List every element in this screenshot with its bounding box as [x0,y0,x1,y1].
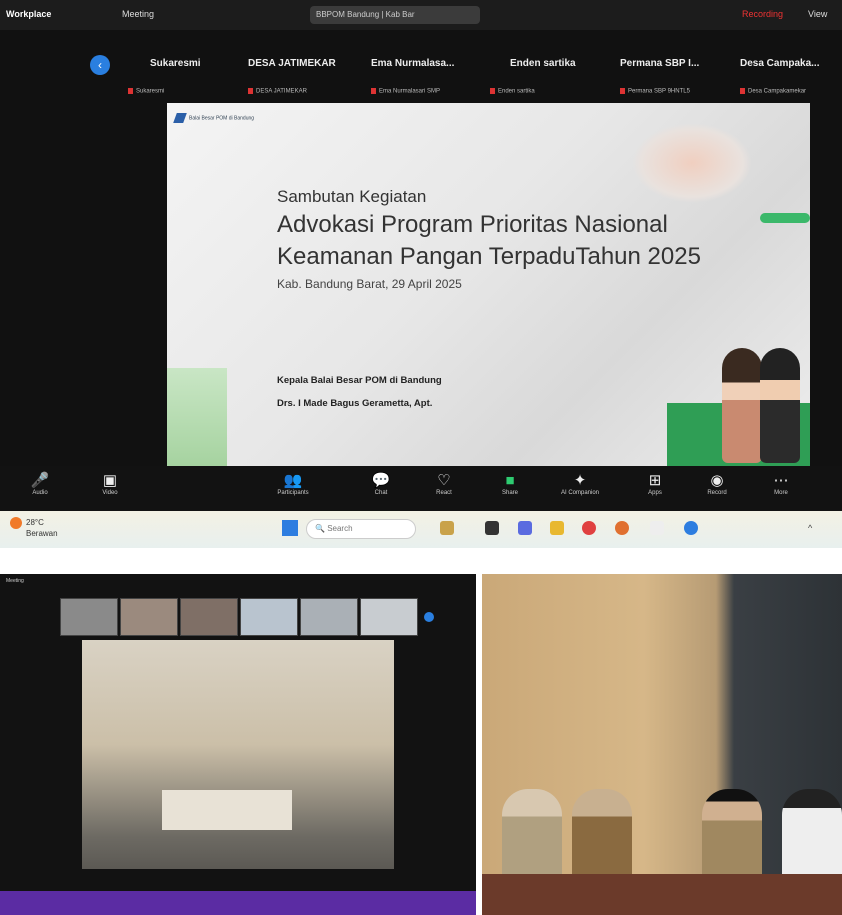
shared-slide: Balai Besar POM di Bandung Sambutan Kegi… [167,103,810,466]
chat-button[interactable]: 💬 Chat [356,472,406,496]
mic-muted-icon [248,88,253,94]
apps-button[interactable]: ⊞ Apps [630,472,680,496]
app-icon[interactable] [440,521,454,535]
chrome-icon[interactable] [615,521,629,535]
meeting-toolbar: 🎤 Audio ▣ Video 👥 Participants 💬 Chat ♡ React… [0,466,842,511]
participant-tile-name[interactable]: Ema Nurmalasa... [371,58,454,69]
mic-muted-icon [490,88,495,94]
video-button[interactable]: ▣ Video [85,472,135,496]
mascot-girl-illustration [722,348,762,463]
slide-subtitle: Sambutan Kegiatan [277,187,427,206]
windows-taskbar: 28°C Berawan 🔍 Search ^ [0,511,842,548]
mic-muted-icon [371,88,376,94]
mic-muted-icon [740,88,745,94]
mic-muted-icon [128,88,133,94]
share-icon: ■ [505,472,515,489]
app-icon[interactable] [650,521,664,535]
meeting-label: Meeting [122,9,155,19]
mic-muted-icon [620,88,625,94]
slide-title-line1: Advokasi Program Prioritas Nasional [277,211,668,238]
video-thumbnail [300,598,358,636]
participants-icon: 👥 [283,472,303,489]
more-button[interactable]: ⋯ More [756,472,806,496]
green-accent-bar [760,213,810,223]
presenter-role: Kepala Balai Besar POM di Bandung [277,375,442,386]
react-button[interactable]: ♡ React [419,472,469,496]
audio-button[interactable]: 🎤 Audio [15,472,65,496]
app-icon[interactable] [485,521,499,535]
title-bar: Workplace Meeting BBPOM Bandung | Kab Ba… [0,0,842,30]
participant-sub: Desa Campakamekar [740,88,806,95]
taskbar-small [0,891,476,915]
window-title: Meeting [6,578,24,584]
chat-icon: 💬 [371,472,391,489]
folder-icon[interactable] [550,521,564,535]
green-accent-block [167,368,227,466]
video-thumbnail [240,598,298,636]
video-thumbnail [360,598,418,636]
meeting-table [162,790,292,830]
photo-meeting-room [482,574,842,915]
meeting-toolbar-small [0,869,476,891]
video-thumbnail [180,598,238,636]
bpom-logo: Balai Besar POM di Bandung [173,113,254,123]
presenter-name: Drs. I Made Bagus Gerametta, Apt. [277,398,433,409]
slide-title-line2: Keamanan Pangan TerpaduTahun 2025 [277,243,701,270]
ai-companion-icon: ✦ [573,472,587,489]
chevron-right-icon[interactable] [424,612,434,622]
meeting-tab[interactable]: BBPOM Bandung | Kab Bar [310,6,480,24]
more-icon: ⋯ [773,472,789,489]
participant-sub: Sukaresmi [128,88,164,95]
participant-sub: Enden sartika [490,88,535,95]
slide-decoration [632,123,752,203]
video-thumbnail [60,598,118,636]
zoom-window: Workplace Meeting BBPOM Bandung | Kab Ba… [0,0,842,548]
participant-sub: DESA JATIMEKAR [248,88,307,95]
react-icon: ♡ [437,472,451,489]
microphone-icon: 🎤 [30,472,50,489]
weather-icon [10,517,22,529]
slide-date: Kab. Bandung Barat, 29 April 2025 [277,277,462,291]
participant-tile-name[interactable]: Enden sartika [510,58,576,69]
participant-sub: Ema Nurmalasari SMP [371,88,440,95]
record-icon: ◉ [710,472,724,489]
participant-tile-name[interactable]: Permana SBP I... [620,58,699,69]
participants-button[interactable]: 👥 Participants [268,472,318,496]
view-button[interactable]: View [808,9,827,19]
zoom-icon[interactable] [684,521,698,535]
recording-indicator: Recording [742,9,784,19]
video-thumbnail [120,598,178,636]
weather-widget[interactable]: 28°C Berawan [10,517,58,538]
chevron-left-icon[interactable]: ‹ [90,55,110,75]
app-name: Workplace [6,9,52,19]
participant-tile-name[interactable]: Desa Campaka... [740,58,820,69]
participant-tile-name[interactable]: DESA JATIMEKAR [248,58,336,69]
share-button[interactable]: ■ Share [485,472,535,496]
photo-laptop-meeting: Meeting [0,574,476,915]
chevron-up-icon[interactable]: ^ [808,523,812,533]
taskbar-search[interactable]: 🔍 Search [306,519,416,539]
mascot-boy-illustration [760,348,800,463]
apps-icon: ⊞ [648,472,662,489]
video-icon: ▣ [102,472,118,489]
windows-start-icon[interactable] [282,520,298,536]
participant-sub: Permana SBP 9HNTL5 [620,88,690,95]
record-button[interactable]: ◉ Record [692,472,742,496]
app-icon[interactable] [582,521,596,535]
conference-table [482,874,842,915]
ai-companion-button[interactable]: ✦ AI Companion [555,472,605,496]
app-icon[interactable] [518,521,532,535]
participant-tile-name[interactable]: Sukaresmi [150,58,201,69]
meeting-room-video [82,640,394,902]
